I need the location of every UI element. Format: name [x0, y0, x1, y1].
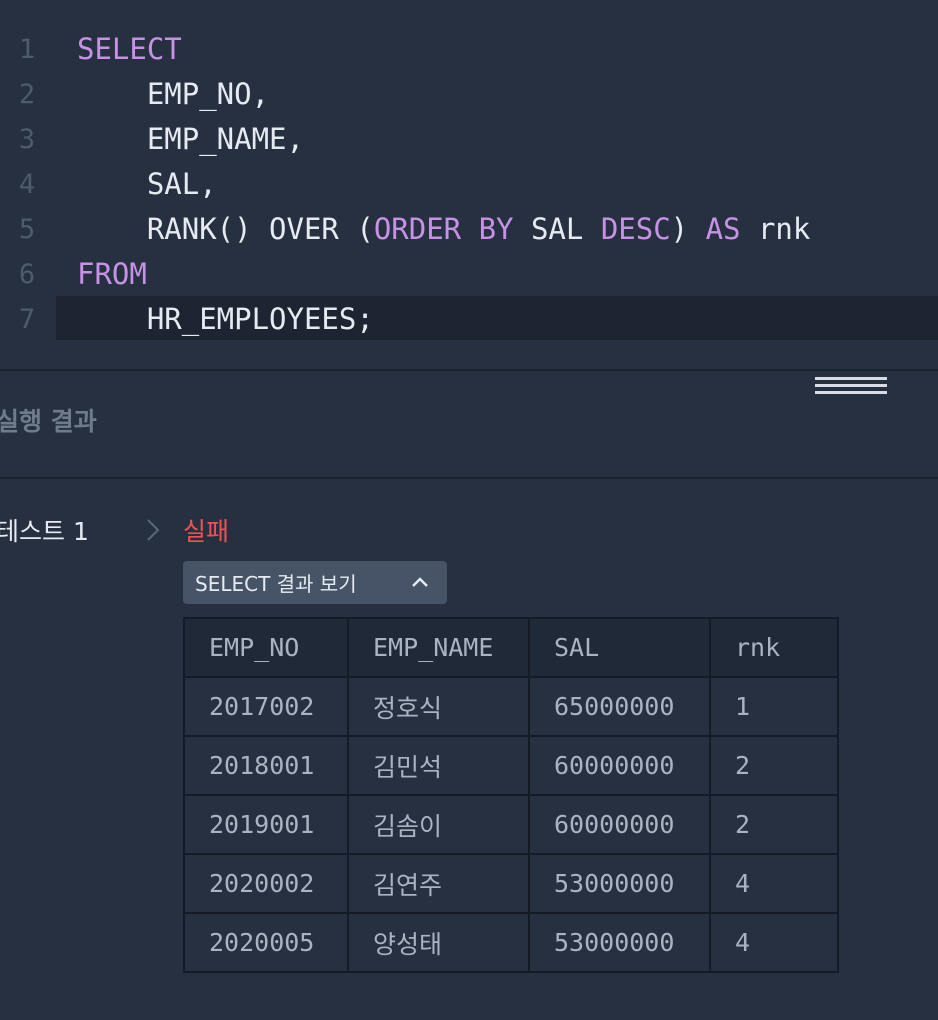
sql-token: EMP_NAME,: [77, 122, 304, 156]
cell-emp-no: 2018001: [183, 735, 349, 796]
line-number: 7: [18, 304, 36, 335]
code-line[interactable]: 6 FROM: [0, 252, 938, 297]
sql-token: EMP_NO,: [77, 77, 270, 111]
drag-handle-icon[interactable]: [815, 377, 887, 397]
cell-rnk: 2: [709, 794, 839, 855]
cell-sal: 60000000: [528, 735, 711, 796]
sql-keyword: DESC: [600, 212, 671, 246]
cell-sal: 53000000: [528, 853, 711, 914]
result-divider: [0, 477, 938, 479]
test-status-badge: 실패: [183, 517, 230, 546]
code-line[interactable]: 2 EMP_NO,: [0, 72, 938, 117]
column-header-rnk: rnk: [709, 617, 839, 678]
table-header-row: EMP_NO EMP_NAME SAL rnk: [183, 617, 839, 678]
code-text[interactable]: FROM: [77, 252, 147, 297]
cell-emp-no: 2019001: [183, 794, 349, 855]
cell-sal: 60000000: [528, 794, 711, 855]
line-number: 5: [18, 214, 36, 245]
column-header-emp-name: EMP_NAME: [347, 617, 530, 678]
chevron-right-icon: [147, 519, 160, 541]
result-section-title: 실행 결과: [0, 407, 97, 436]
code-editor[interactable]: 1 SELECT 2 EMP_NO, 3 EMP_NAME, 4 SAL, 5 RANK(…: [0, 0, 938, 370]
table-row: 2019001 김솜이 60000000 2: [183, 794, 839, 855]
cell-sal: 53000000: [528, 912, 711, 973]
sql-token: RANK() OVER (: [77, 212, 374, 246]
line-number: 2: [18, 79, 36, 110]
table-row: 2020005 양성태 53000000 4: [183, 912, 839, 973]
test-case-label[interactable]: 테스트 1: [0, 512, 89, 548]
editor-divider: [0, 369, 938, 371]
code-line[interactable]: 1 SELECT: [0, 27, 938, 72]
line-number: 1: [18, 34, 36, 65]
sql-token: HR_EMPLOYEES;: [77, 302, 374, 336]
cell-emp-name: 양성태: [347, 912, 530, 973]
table-row: 2018001 김민석 60000000 2: [183, 735, 839, 796]
line-number: 3: [18, 124, 36, 155]
cell-emp-no: 2020002: [183, 853, 349, 914]
sql-keyword: FROM: [77, 257, 147, 291]
line-number: 6: [18, 259, 36, 290]
sql-token: SAL: [513, 212, 601, 246]
sql-token: SAL,: [77, 167, 217, 201]
code-line[interactable]: 7 HR_EMPLOYEES;: [0, 296, 938, 342]
line-number: 4: [18, 169, 36, 200]
table-row: 2020002 김연주 53000000 4: [183, 853, 839, 914]
cell-emp-name: 김민석: [347, 735, 530, 796]
code-text[interactable]: SAL,: [77, 162, 217, 207]
sql-token: ): [670, 212, 706, 246]
sql-keyword: SELECT: [77, 32, 182, 66]
toggle-select-result-button[interactable]: SELECT 결과 보기: [183, 561, 447, 604]
cell-emp-no: 2020005: [183, 912, 349, 973]
cell-emp-no: 2017002: [183, 676, 349, 737]
select-result-table: EMP_NO EMP_NAME SAL rnk 2017002 정호식 6500…: [183, 617, 839, 973]
code-text[interactable]: EMP_NAME,: [77, 117, 304, 162]
sql-keyword: AS: [705, 212, 741, 246]
code-text[interactable]: RANK() OVER (ORDER BY SAL DESC) AS rnk: [77, 207, 811, 252]
code-text[interactable]: EMP_NO,: [77, 72, 269, 117]
cell-rnk: 1: [709, 676, 839, 737]
cell-emp-name: 정호식: [347, 676, 530, 737]
cell-rnk: 4: [709, 912, 839, 973]
code-text[interactable]: SELECT: [77, 27, 182, 72]
column-header-sal: SAL: [528, 617, 711, 678]
sql-token: rnk: [740, 212, 811, 246]
code-line[interactable]: 4 SAL,: [0, 162, 938, 207]
cell-rnk: 4: [709, 853, 839, 914]
cell-rnk: 2: [709, 735, 839, 796]
toggle-select-result-label: SELECT 결과 보기: [195, 572, 357, 596]
cell-emp-name: 김솜이: [347, 794, 530, 855]
code-text[interactable]: HR_EMPLOYEES;: [77, 297, 374, 342]
chevron-up-icon: [412, 577, 428, 587]
table-row: 2017002 정호식 65000000 1: [183, 676, 839, 737]
cell-sal: 65000000: [528, 676, 711, 737]
column-header-emp-no: EMP_NO: [183, 617, 349, 678]
code-line[interactable]: 5 RANK() OVER (ORDER BY SAL DESC) AS rnk: [0, 207, 938, 252]
code-line[interactable]: 3 EMP_NAME,: [0, 117, 938, 162]
sql-keyword: ORDER BY: [373, 212, 514, 246]
cell-emp-name: 김연주: [347, 853, 530, 914]
